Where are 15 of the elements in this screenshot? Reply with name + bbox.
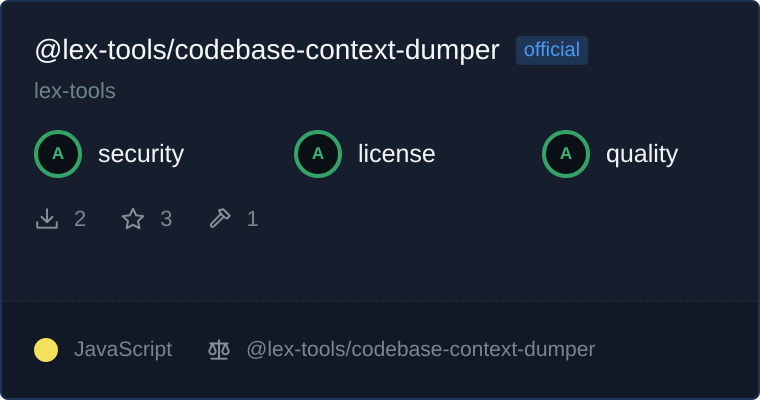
stat-count: 2 (74, 206, 86, 232)
score-label: security (98, 140, 184, 168)
star-icon (120, 206, 146, 232)
official-badge: official (516, 36, 588, 64)
grade-badge: A (542, 130, 590, 178)
package-name: @lex-tools/codebase-context-dumper (34, 34, 500, 66)
grade-badge: A (294, 130, 342, 178)
score-label: license (358, 140, 436, 168)
stat-count: 1 (246, 206, 259, 232)
owner-name: lex-tools (34, 78, 117, 104)
language-name: JavaScript (74, 338, 172, 362)
stat-count: 3 (160, 206, 172, 232)
license-text: @lex-tools/codebase-context-dumper (246, 338, 596, 362)
score-label: quality (606, 140, 678, 168)
grade-badge: A (34, 130, 82, 178)
